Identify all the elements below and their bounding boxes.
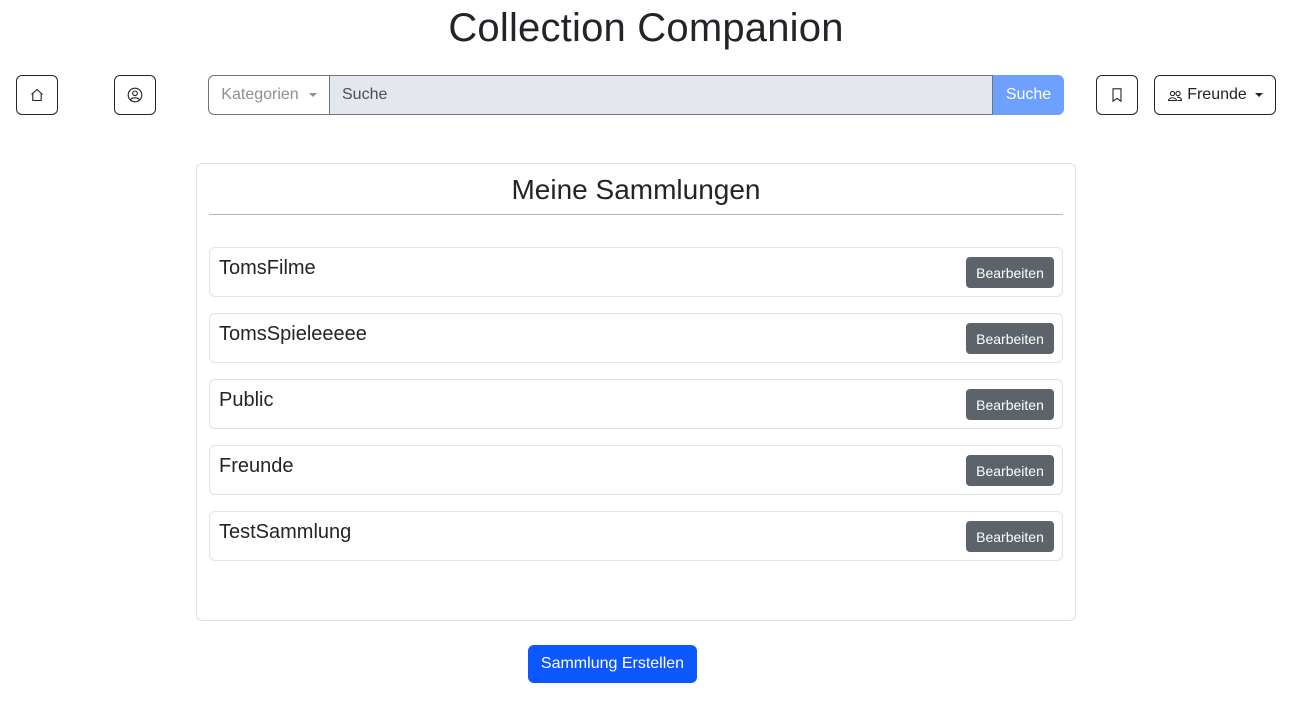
collection-name: TomsFilme — [219, 257, 316, 279]
edit-button[interactable]: Bearbeiten — [966, 389, 1054, 420]
collections-list: TomsFilme Bearbeiten TomsSpieleeeee Bearbei… — [209, 247, 1063, 577]
list-item[interactable]: TomsFilme Bearbeiten — [209, 247, 1063, 297]
create-collection-button[interactable]: Sammlung Erstellen — [528, 645, 697, 683]
search-input[interactable] — [329, 75, 993, 115]
list-item[interactable]: TomsSpieleeeee Bearbeiten — [209, 313, 1063, 363]
people-icon — [1168, 90, 1183, 102]
friends-label: Freunde — [1187, 86, 1247, 103]
profile-button[interactable] — [114, 75, 156, 115]
caret-down-icon — [1254, 93, 1263, 97]
friends-dropdown[interactable]: Freunde — [1154, 75, 1276, 115]
collection-name: Public — [219, 389, 274, 411]
list-item[interactable]: Freunde Bearbeiten — [209, 445, 1063, 495]
bookmark-icon — [1112, 88, 1122, 103]
collection-name: TestSammlung — [219, 521, 352, 543]
title-divider — [209, 214, 1063, 215]
list-item[interactable]: TestSammlung Bearbeiten — [209, 511, 1063, 561]
person-circle-icon — [127, 87, 143, 103]
collection-name: Freunde — [219, 455, 294, 477]
edit-button[interactable]: Bearbeiten — [966, 323, 1054, 354]
search-bar: Kategorien Suche — [208, 75, 1064, 115]
bookmark-button[interactable] — [1096, 75, 1138, 115]
list-item[interactable]: Public Bearbeiten — [209, 379, 1063, 429]
collections-card: Meine Sammlungen TomsFilme Bearbeiten Toms… — [196, 163, 1076, 621]
caret-down-icon — [308, 93, 317, 97]
categories-dropdown[interactable]: Kategorien — [208, 75, 329, 115]
search-button[interactable]: Suche — [993, 75, 1064, 115]
top-navbar: Kategorien Suche Freunde — [0, 75, 1292, 115]
collections-title: Meine Sammlungen — [511, 174, 761, 205]
house-icon — [31, 88, 43, 102]
edit-button[interactable]: Bearbeiten — [966, 257, 1054, 288]
collection-name: TomsSpieleeeee — [219, 323, 367, 345]
app-title: Collection Companion — [448, 6, 844, 50]
edit-button[interactable]: Bearbeiten — [966, 521, 1054, 552]
edit-button[interactable]: Bearbeiten — [966, 455, 1054, 486]
home-button[interactable] — [16, 75, 58, 115]
categories-label: Kategorien — [221, 86, 299, 103]
